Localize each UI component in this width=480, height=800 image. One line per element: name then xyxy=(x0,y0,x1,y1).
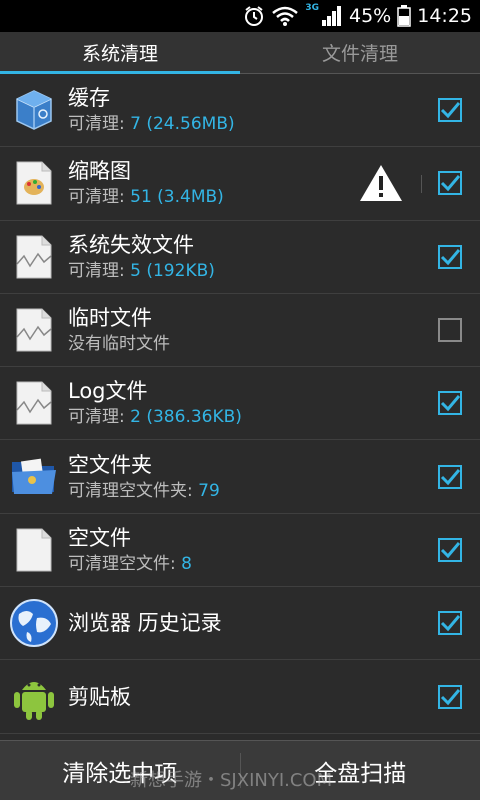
check-icon xyxy=(440,615,460,632)
network-type-label: 3G xyxy=(305,3,319,13)
tab-file-clean[interactable]: 文件清理 xyxy=(240,32,480,73)
clock: 14:25 xyxy=(417,5,472,27)
thumbnail-file-icon xyxy=(9,158,59,208)
item-checkbox[interactable] xyxy=(438,391,462,416)
item-checkbox[interactable] xyxy=(438,611,462,636)
battery-icon xyxy=(397,0,411,32)
list-item-system-invalid-files[interactable]: 系统失效文件 可清理: 5 (192KB) xyxy=(0,221,480,294)
item-checkbox[interactable] xyxy=(438,537,462,562)
tab-system-clean[interactable]: 系统清理 xyxy=(0,32,240,74)
item-title: Log文件 xyxy=(68,379,148,404)
check-icon xyxy=(440,248,460,265)
check-icon xyxy=(440,468,460,485)
status-bar: 3G 45% 14:25 xyxy=(0,0,480,32)
item-subtitle: 可清理: 5 (192KB) xyxy=(68,260,215,281)
tab-bar: 系统清理 文件清理 xyxy=(0,32,480,74)
warning-icon[interactable] xyxy=(358,163,404,203)
item-subtitle: 没有临时文件 xyxy=(68,334,170,355)
battery-percent: 45% xyxy=(349,5,392,27)
list-item-empty-files[interactable]: 空文件 可清理空文件: 8 xyxy=(0,514,480,588)
list-item-cache[interactable]: 缓存 可清理: 7 (24.56MB) xyxy=(0,74,480,148)
check-icon xyxy=(440,541,460,559)
item-title: 系统失效文件 xyxy=(68,232,194,257)
list-item-browser-history[interactable]: 浏览器 历史记录 xyxy=(0,587,480,661)
item-checkbox[interactable] xyxy=(438,318,462,343)
alarm-icon xyxy=(243,0,265,32)
item-subtitle: 可清理: 51 (3.4MB) xyxy=(68,187,224,208)
item-title: 空文件 xyxy=(68,525,131,550)
item-checkbox[interactable] xyxy=(438,171,462,196)
item-title: 空文件夹 xyxy=(68,452,152,477)
check-icon xyxy=(440,175,460,192)
android-icon xyxy=(9,672,59,722)
check-icon xyxy=(440,395,460,412)
clean-item-list: 缓存 可清理: 7 (24.56MB) 缩略图 可清理: 51 (3.4MB) xyxy=(0,74,480,740)
broken-file-icon xyxy=(9,232,59,282)
blank-file-icon xyxy=(9,525,59,575)
item-subtitle: 可清理空文件: 8 xyxy=(68,553,192,574)
item-subtitle: 可清理: 2 (386.36KB) xyxy=(68,407,242,428)
full-disk-scan-button[interactable]: 全盘扫描 xyxy=(241,741,480,800)
bottom-action-bar: 清除选中项 全盘扫描 xyxy=(0,740,480,800)
item-title: 剪贴板 xyxy=(68,684,131,709)
list-item-clipboard[interactable]: 剪贴板 xyxy=(0,660,480,734)
signal-icon xyxy=(321,0,343,32)
folder-icon xyxy=(9,452,59,502)
list-item-empty-folders[interactable]: 空文件夹 可清理空文件夹: 79 xyxy=(0,440,480,514)
row-divider xyxy=(421,175,422,194)
list-item-thumbnails[interactable]: 缩略图 可清理: 51 (3.4MB) xyxy=(0,147,480,221)
list-item-temp-files[interactable]: 临时文件 没有临时文件 xyxy=(0,294,480,368)
check-icon xyxy=(440,102,460,119)
globe-icon xyxy=(9,598,59,648)
item-checkbox[interactable] xyxy=(438,684,462,709)
cache-box-icon xyxy=(9,85,59,135)
item-title: 临时文件 xyxy=(68,306,152,331)
list-item-log-files[interactable]: Log文件 可清理: 2 (386.36KB) xyxy=(0,367,480,441)
check-icon xyxy=(440,688,460,705)
item-checkbox[interactable] xyxy=(438,98,462,123)
item-title: 缓存 xyxy=(68,86,110,111)
item-checkbox[interactable] xyxy=(438,244,462,269)
item-title: 缩略图 xyxy=(68,159,131,184)
broken-file-icon xyxy=(9,305,59,355)
clear-selected-button[interactable]: 清除选中项 xyxy=(0,741,240,800)
item-subtitle: 可清理空文件夹: 79 xyxy=(68,480,220,501)
item-title: 浏览器 历史记录 xyxy=(68,611,222,636)
item-checkbox[interactable] xyxy=(438,464,462,489)
broken-file-icon xyxy=(9,378,59,428)
wifi-icon xyxy=(271,0,299,32)
item-subtitle: 可清理: 7 (24.56MB) xyxy=(68,114,235,135)
